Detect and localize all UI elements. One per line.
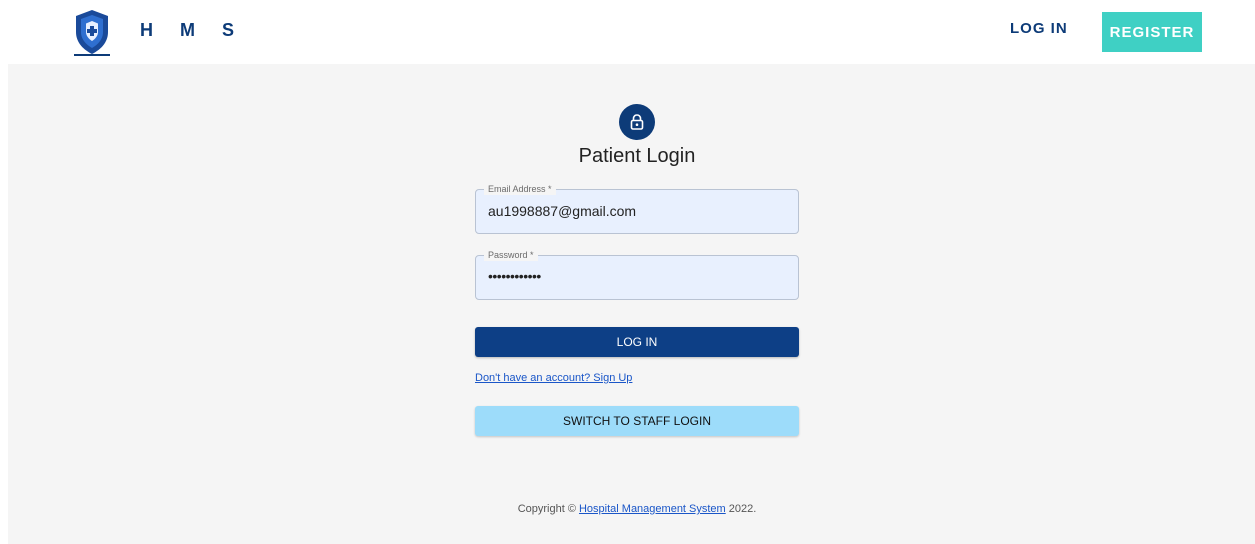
copyright-footer: Copyright © Hospital Management System 2… <box>475 503 799 515</box>
password-field-label: Password * <box>484 250 538 261</box>
brand-name[interactable]: H M S <box>140 20 245 41</box>
login-button[interactable]: LOG IN <box>475 327 799 357</box>
password-input[interactable]: •••••••••••• <box>488 268 541 284</box>
nav-login-link[interactable]: LOG IN <box>1010 20 1068 37</box>
shield-logo-icon[interactable] <box>72 8 112 56</box>
lock-avatar <box>619 104 655 140</box>
copyright-year: 2022. <box>725 503 757 515</box>
page-title: Patient Login <box>578 145 696 167</box>
copyright-prefix: Copyright © <box>517 503 579 515</box>
signup-link[interactable]: Don't have an account? Sign Up <box>475 372 632 384</box>
email-field[interactable]: Email Address * au1998887@gmail.com <box>475 184 799 234</box>
hms-site-link[interactable]: Hospital Management System <box>579 503 726 515</box>
register-button[interactable]: REGISTER <box>1102 12 1202 52</box>
email-input[interactable]: au1998887@gmail.com <box>488 203 636 219</box>
email-field-label: Email Address * <box>484 184 556 195</box>
lock-icon <box>630 114 644 130</box>
top-navbar: H M S LOG IN REGISTER <box>0 0 1255 64</box>
switch-to-staff-login-button[interactable]: SWITCH TO STAFF LOGIN <box>475 406 799 436</box>
password-field[interactable]: Password * •••••••••••• <box>475 250 799 300</box>
